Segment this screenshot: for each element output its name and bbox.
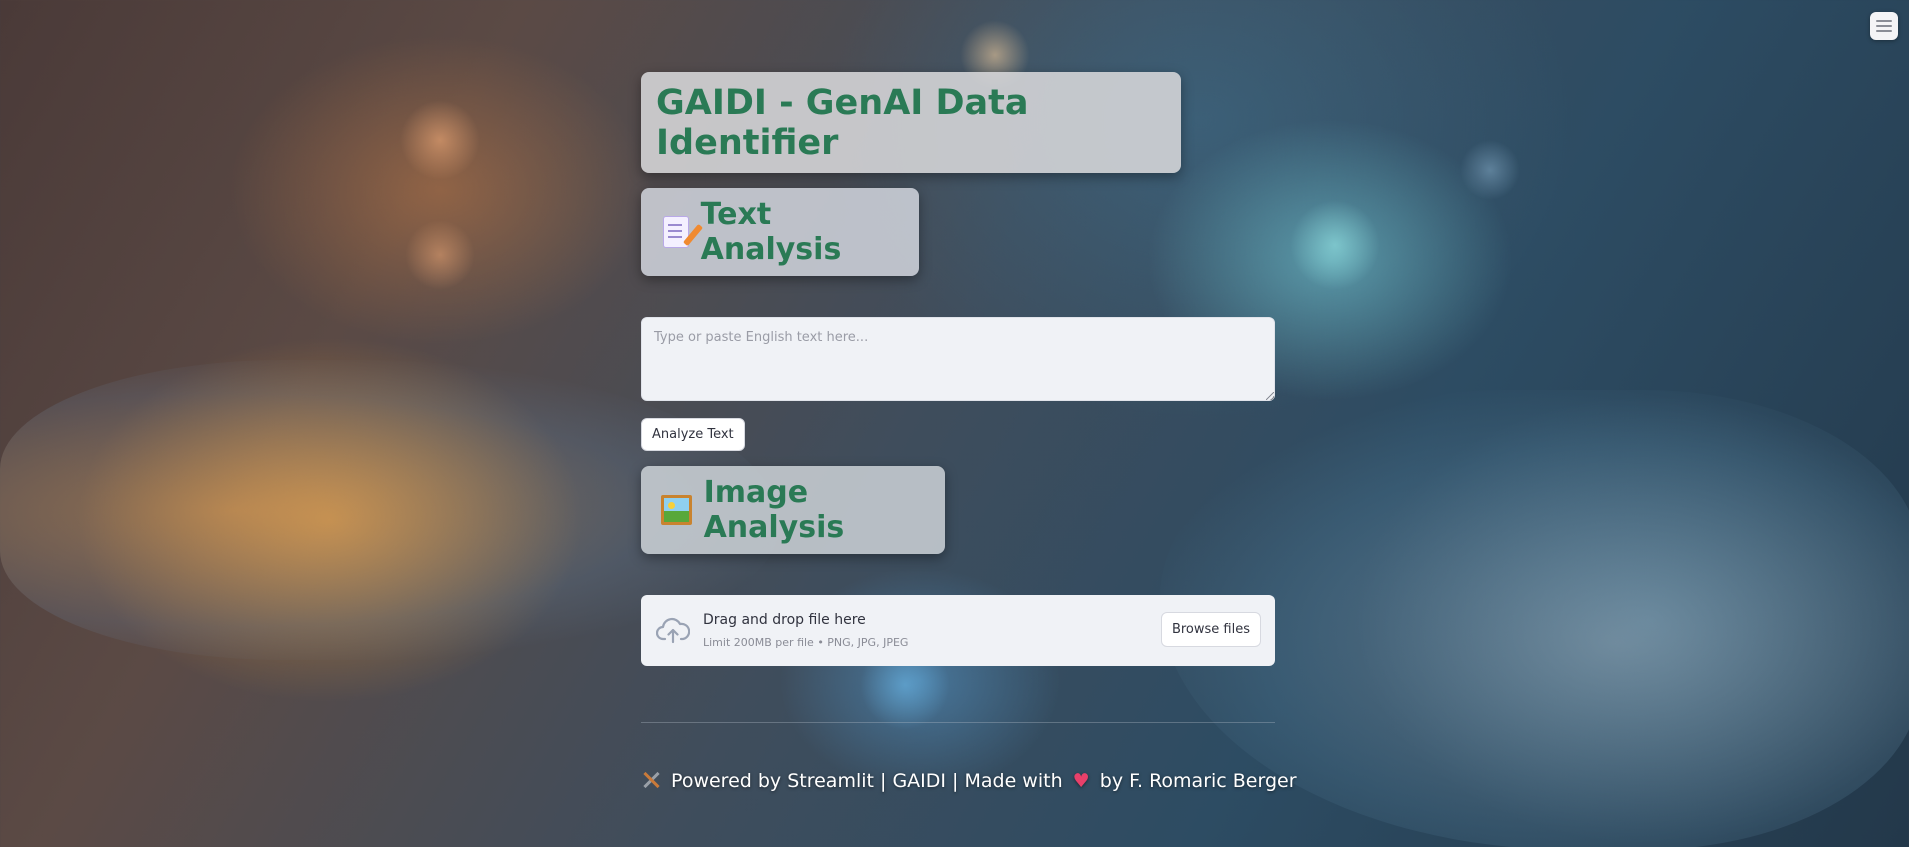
text-input[interactable] (641, 317, 1275, 401)
divider (641, 722, 1275, 723)
footer-author-text: by F. Romaric Berger (1099, 770, 1297, 792)
heart-icon: ♥ (1072, 770, 1090, 792)
page-title: GAIDI - GenAI Data Identifier (641, 72, 1181, 173)
image-analysis-heading-label: Image Analysis (703, 475, 845, 545)
hamburger-menu-icon (1876, 20, 1892, 22)
resize-handle-icon[interactable] (1266, 392, 1274, 400)
bokeh-light (1290, 200, 1380, 290)
cloud-upload-icon (656, 617, 690, 644)
memo-icon (663, 216, 689, 248)
bokeh-light (405, 220, 475, 290)
dropzone-label: Drag and drop file here (703, 612, 866, 628)
footer: Powered by Streamlit | GAIDI | Made with… (641, 770, 1296, 792)
browse-files-button[interactable]: Browse files (1160, 612, 1261, 647)
tools-icon (641, 770, 661, 790)
dropzone-limit-label: Limit 200MB per file • PNG, JPG, JPEG (703, 636, 909, 649)
page-title-text: GAIDI - GenAI Data Identifier (656, 82, 1029, 163)
image-analysis-heading: Image Analysis (641, 466, 945, 554)
framed-picture-icon (661, 495, 692, 525)
bokeh-light (400, 100, 480, 180)
text-analysis-heading: Text Analysis (641, 188, 919, 276)
hamburger-menu-button[interactable] (1870, 12, 1898, 40)
text-analysis-heading-label: Text Analysis (700, 197, 842, 267)
analyze-text-button[interactable]: Analyze Text (641, 418, 745, 451)
file-uploader-dropzone[interactable]: Drag and drop file here Limit 200MB per … (641, 595, 1275, 666)
bokeh-light (1460, 140, 1520, 200)
footer-powered-text: Powered by Streamlit | GAIDI | Made with (671, 770, 1063, 792)
